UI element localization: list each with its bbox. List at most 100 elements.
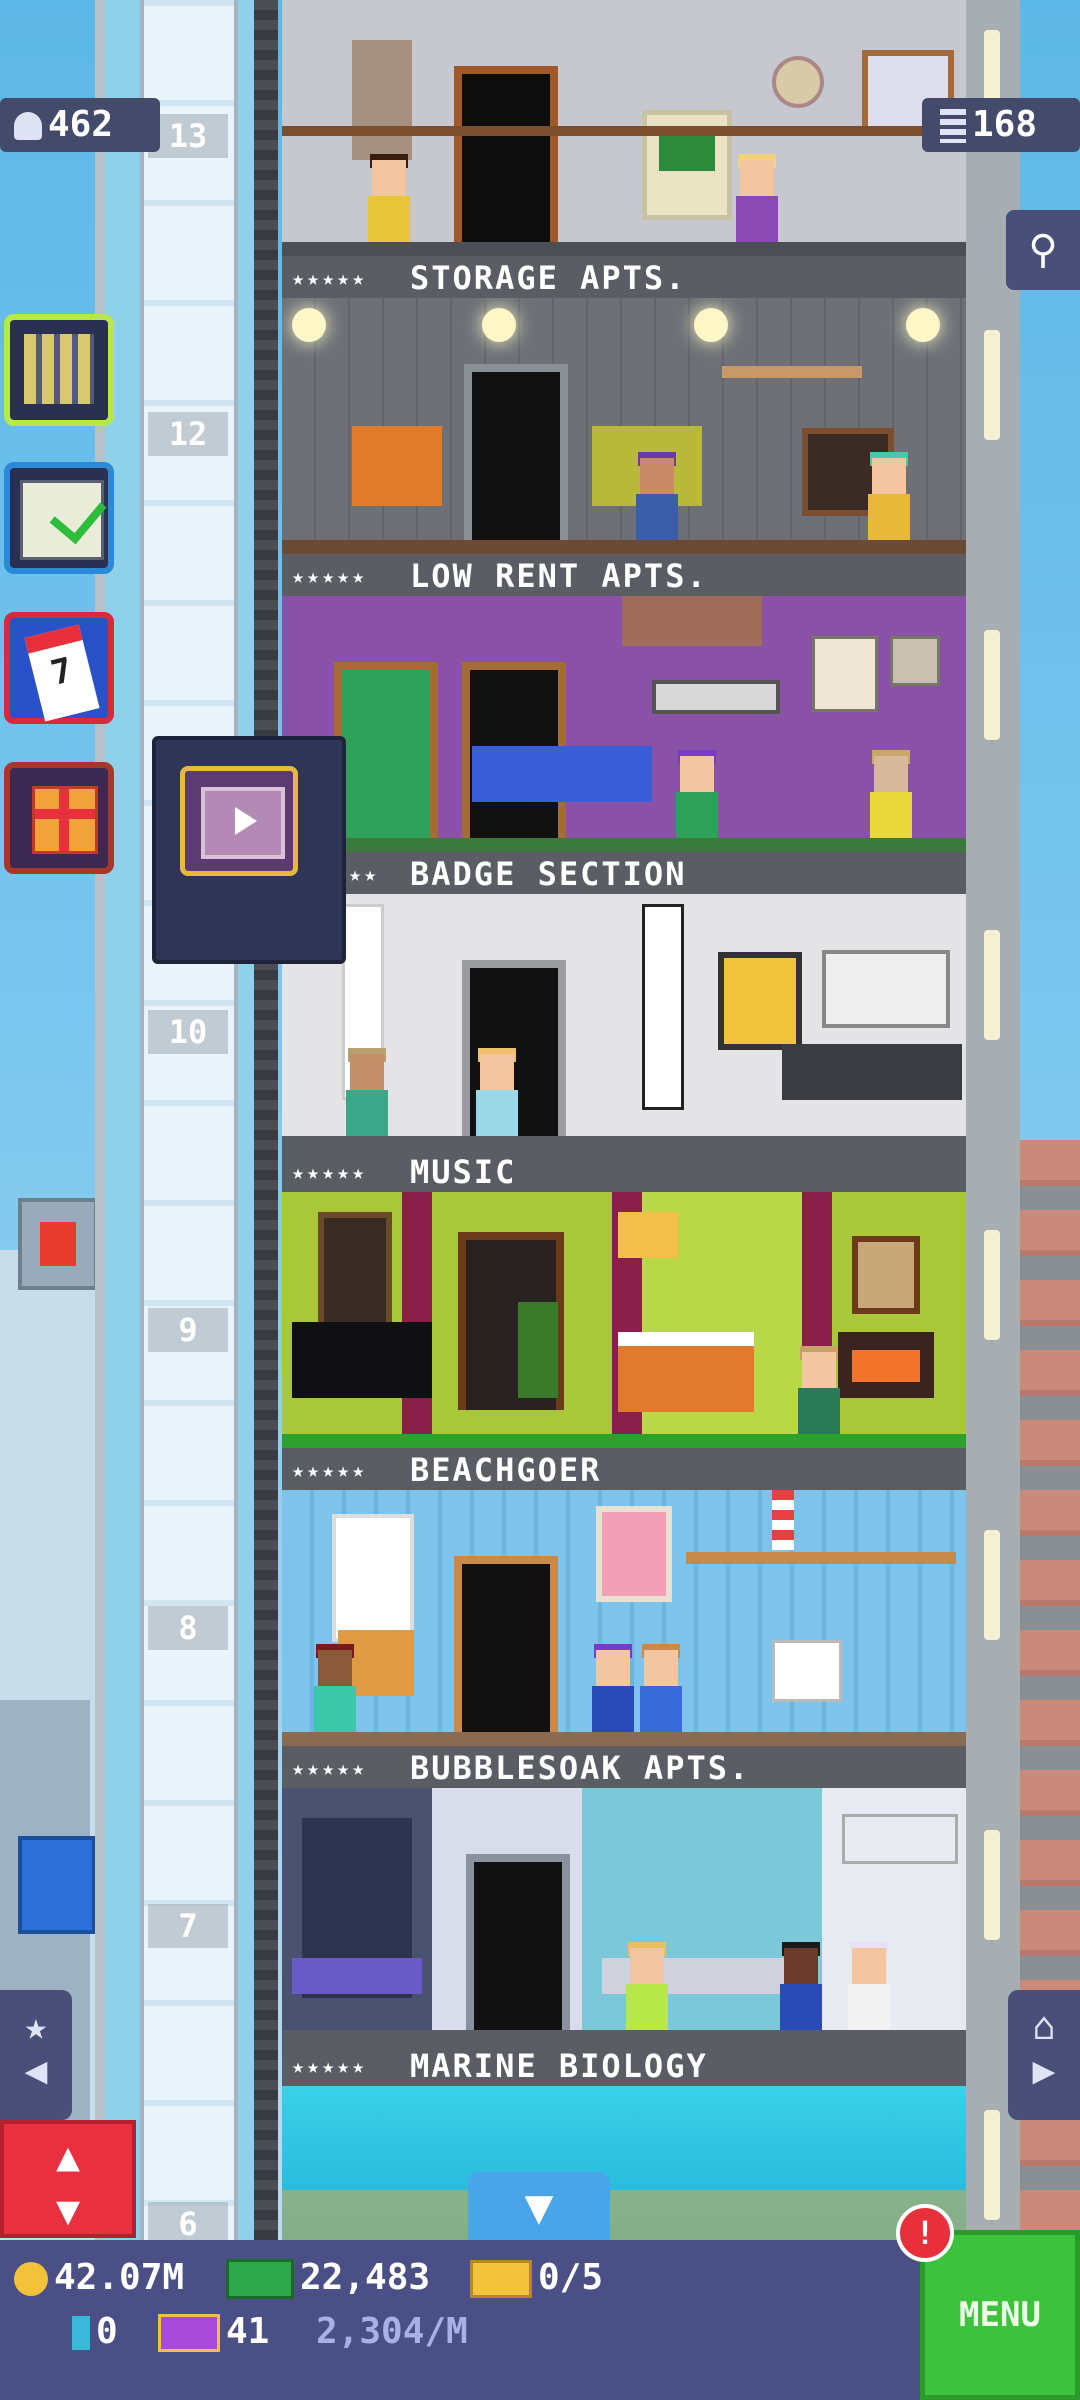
gift-button[interactable]	[4, 762, 114, 874]
floor-name: LOW RENT APTS.	[410, 557, 708, 595]
missions-button[interactable]	[4, 462, 114, 574]
tenant[interactable]	[364, 154, 412, 242]
tickets-display[interactable]: 0/5	[470, 2254, 603, 2302]
gift-icon	[32, 786, 98, 854]
room-door	[454, 1556, 558, 1732]
kitchen-counter	[782, 1044, 962, 1100]
vip-value: 41	[226, 2311, 270, 2352]
floor-marine-biology[interactable]: ★★★★★ MARINE BIOLOGY	[282, 1788, 966, 2088]
floor-name: MUSIC	[410, 1153, 517, 1191]
coins-value: 42.07M	[54, 2257, 185, 2298]
vip-icon	[158, 2314, 220, 2352]
tenant[interactable]	[776, 1942, 824, 2030]
green-door	[334, 662, 438, 838]
tenant[interactable]	[310, 1644, 358, 1732]
tenant[interactable]	[864, 452, 912, 540]
scroll-down-button[interactable]: ▼	[468, 2172, 610, 2242]
arrow-down-icon: ▼	[55, 2188, 81, 2234]
checklist-icon	[20, 480, 107, 560]
blue-sign	[18, 1836, 96, 1934]
calendar-icon: 7	[24, 624, 100, 722]
floor-name: BEACHGOER	[410, 1451, 602, 1489]
video-reward-panel[interactable]	[152, 736, 346, 964]
tenant[interactable]	[622, 1942, 670, 2030]
floor-name: MARINE BIOLOGY	[410, 2047, 708, 2085]
arrow-left-icon: ◀	[24, 2048, 48, 2092]
menu-button[interactable]: MENU	[920, 2230, 1080, 2400]
painting	[852, 1236, 920, 1314]
vip-display[interactable]: 41	[158, 2308, 269, 2356]
bux-display[interactable]: 22,483	[226, 2254, 430, 2302]
bookcase	[772, 1640, 842, 1702]
room-interior	[282, 1490, 966, 1732]
floor-bubblesoak-apts[interactable]: ★★★★★ BUBBLESOAK APTS.	[282, 1490, 966, 1790]
tenant[interactable]	[588, 1644, 636, 1732]
room-door	[454, 66, 558, 242]
people-icon	[14, 112, 42, 140]
arrow-up-icon: ▲	[55, 2134, 81, 2180]
population-counter[interactable]: 462	[0, 98, 160, 152]
alert-badge[interactable]: !	[896, 2204, 954, 2262]
floor-low-rent-apts[interactable]: ★★★★★ LOW RENT APTS.	[282, 298, 966, 598]
star-rating: ★★★★★	[292, 1160, 368, 1184]
tenant[interactable]	[866, 750, 914, 838]
building-button[interactable]	[4, 314, 114, 426]
floor-number: 10	[148, 1010, 228, 1054]
floor-badge-section[interactable]: ★★★ BADGE SECTION	[282, 596, 966, 896]
tenant[interactable]	[794, 1346, 842, 1434]
tenant[interactable]	[472, 1048, 520, 1136]
armchair	[352, 426, 442, 506]
star-rating: ★★★★★	[292, 1458, 368, 1482]
floor-counter[interactable]: 168	[922, 98, 1080, 152]
room-interior	[282, 596, 966, 838]
fries-icon	[40, 1222, 76, 1266]
floor-storage-apts[interactable]: ★★★★★ STORAGE APTS.	[282, 0, 966, 300]
arrow-down-icon: ▼	[524, 2179, 554, 2235]
bed	[618, 1332, 754, 1412]
kitchen-shelf	[822, 950, 950, 1028]
items-value: 0	[96, 2311, 118, 2352]
person-icon: ★	[24, 2004, 48, 2048]
game-poster	[812, 636, 878, 712]
floor-name: BADGE SECTION	[410, 855, 687, 893]
blue-sofa	[472, 746, 652, 802]
tenant[interactable]	[844, 1942, 892, 2030]
floor-label: ★★★★★ BUBBLESOAK APTS.	[282, 1746, 966, 1790]
grand-piano	[292, 1322, 432, 1398]
room-interior	[282, 894, 966, 1136]
home-nav-button[interactable]: ⌂ ▶	[1008, 1990, 1080, 2120]
item-icon	[72, 2316, 90, 2350]
plant-decoration	[352, 40, 412, 160]
tenant[interactable]	[636, 1644, 684, 1732]
lighthouse-icon	[772, 1490, 794, 1550]
floor-number: 8	[148, 1606, 228, 1650]
floor-music[interactable]: ★★★★★ MUSIC	[282, 894, 966, 1194]
floor-name: STORAGE APTS.	[410, 259, 687, 297]
shelf	[722, 366, 862, 378]
search-magnifier-button[interactable]: ⚲	[1006, 210, 1080, 290]
floor-label: ★★★ BADGE SECTION	[282, 852, 966, 896]
events-button[interactable]: 7	[4, 612, 114, 724]
floor-aquarium[interactable]	[282, 2086, 966, 2240]
dartboard-icon	[772, 56, 824, 108]
shelf	[842, 1814, 958, 1864]
tenant[interactable]	[342, 1048, 390, 1136]
home-icon: ⌂	[1032, 2004, 1056, 2048]
coins-display[interactable]: 42.07M	[14, 2254, 184, 2302]
wall-art	[718, 952, 802, 1050]
lobby-nav-button[interactable]: ★ ◀	[0, 1990, 72, 2120]
shelf	[686, 1552, 956, 1564]
floor-label: ★★★★★ BEACHGOER	[282, 1448, 966, 1492]
elevator-button[interactable]: ▲ ▼	[0, 2120, 136, 2238]
star-rating: ★★★★★	[292, 1756, 368, 1780]
tenant[interactable]	[632, 452, 680, 540]
fries-billboard	[18, 1198, 98, 1290]
tenant[interactable]	[732, 154, 780, 242]
fireplace	[838, 1332, 934, 1398]
star-rating: ★★★★★	[292, 564, 368, 588]
tenant[interactable]	[672, 750, 720, 838]
items-display[interactable]: 0	[72, 2308, 118, 2356]
window	[318, 1212, 392, 1334]
floor-beachgoer[interactable]: ★★★★★ BEACHGOER	[282, 1192, 966, 1492]
chandelier	[618, 1212, 678, 1258]
